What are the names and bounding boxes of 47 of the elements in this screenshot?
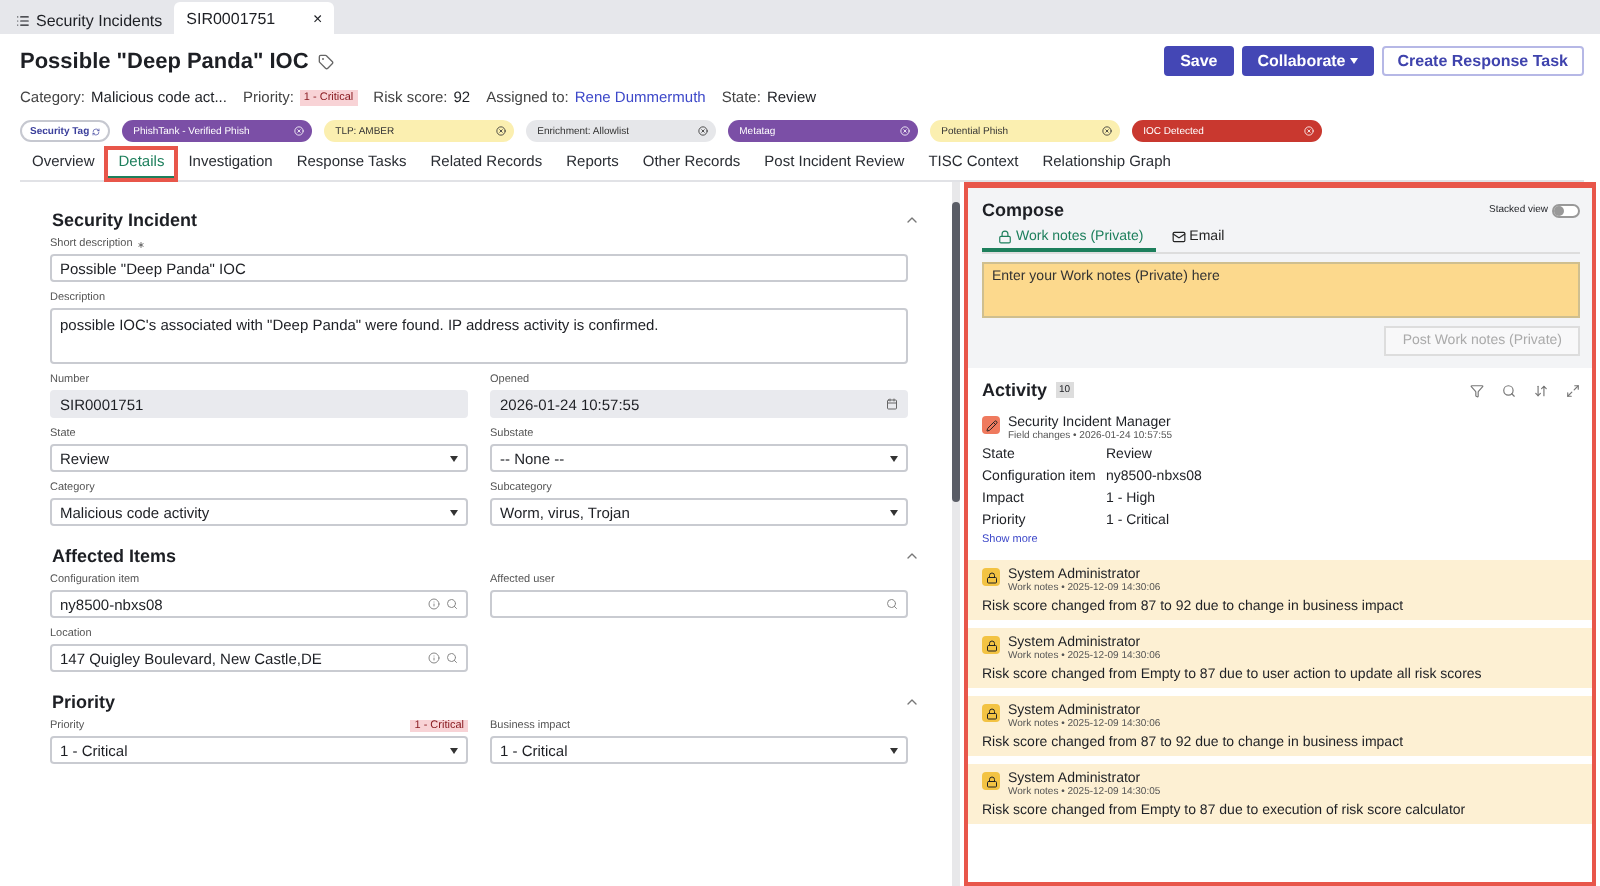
lock-icon	[982, 704, 1000, 722]
collapse-icon[interactable]	[904, 212, 920, 228]
remove-icon[interactable]	[495, 126, 506, 136]
browser-tab[interactable]: Security Incidents	[4, 6, 175, 34]
caret-icon	[450, 509, 458, 515]
caret-icon	[450, 455, 458, 461]
lock-icon	[982, 568, 1000, 586]
remove-icon[interactable]	[697, 126, 708, 136]
list-icon	[16, 13, 30, 27]
header-button[interactable]: Save	[1164, 46, 1234, 76]
lock-icon	[982, 772, 1000, 790]
sort-icon[interactable]	[1534, 383, 1548, 397]
activity-title: Activity	[982, 380, 1048, 400]
refresh-icon	[91, 127, 100, 135]
section-title: Security Incident	[52, 210, 198, 230]
section-title: Affected Items	[52, 546, 177, 566]
caret-icon	[450, 747, 458, 753]
pencil-icon	[982, 416, 1000, 434]
info-icon	[428, 598, 440, 610]
caret-icon	[1349, 58, 1358, 64]
browser-tab[interactable]: SIR0001751 ×	[174, 2, 335, 34]
info-icon	[428, 652, 440, 664]
caret-icon	[890, 509, 898, 515]
search-icon[interactable]	[1502, 383, 1516, 397]
header-button[interactable]: Create Response Task	[1381, 46, 1584, 76]
collapse-icon[interactable]	[904, 548, 920, 564]
section-title: Priority	[52, 692, 116, 712]
collapse-icon[interactable]	[904, 694, 920, 710]
search-icon	[886, 598, 898, 610]
remove-icon[interactable]	[1101, 126, 1112, 136]
tag-icon[interactable]	[318, 53, 335, 69]
compose-title: Compose	[982, 200, 1065, 220]
mail-icon	[1171, 230, 1186, 244]
search-icon	[446, 652, 458, 664]
lock-icon	[982, 636, 1000, 654]
close-icon[interactable]: ×	[312, 9, 323, 27]
calendar-icon	[886, 398, 898, 410]
header-button[interactable]: Collaborate	[1241, 46, 1374, 76]
input-field[interactable]	[490, 590, 908, 618]
expand-icon[interactable]	[1566, 383, 1580, 397]
stacked-view-toggle[interactable]	[1552, 203, 1580, 217]
record-title: Possible "Deep Panda" IOC	[20, 49, 309, 73]
filter-icon[interactable]	[1470, 383, 1484, 397]
search-icon	[446, 598, 458, 610]
caret-icon	[890, 747, 898, 753]
caret-icon	[890, 455, 898, 461]
lock-icon	[998, 230, 1012, 244]
